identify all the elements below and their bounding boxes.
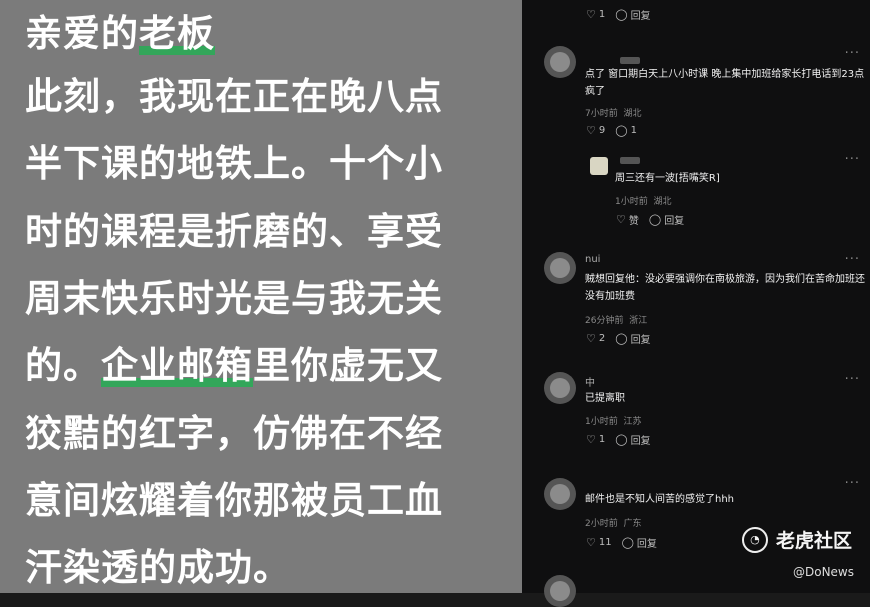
letter-line: 狡黠的红字，仿佛在不经 (25, 412, 443, 455)
tiger-logo-icon: ◔ (741, 526, 768, 553)
heart-icon: ♡ (586, 433, 596, 446)
like-button[interactable]: ♡ 2 (586, 332, 605, 345)
comment-meta: 26分钟前 浙江 (585, 316, 648, 326)
comment-actions: ♡ 赞 ◯ 回复 (616, 212, 684, 227)
letter-line: 汗染透的成功。 (25, 546, 291, 589)
letter-line: 亲爱的老板 (25, 12, 215, 55)
chat-icon: ◯ (615, 332, 628, 345)
more-menu-button[interactable]: ··· (845, 152, 860, 167)
chat-icon: ◯ (621, 536, 634, 549)
reply-button[interactable]: ◯ 1 (615, 124, 637, 137)
avatar[interactable] (544, 575, 576, 607)
like-button[interactable]: ♡ 1 (586, 433, 605, 446)
watermark-brand: 老虎社区 (775, 530, 852, 552)
like-button[interactable]: ♡ 9 (586, 124, 605, 137)
letter-line: 意间炫耀着你那被员工血 (25, 479, 443, 522)
letter-line: 周末快乐时光是与我无关 (25, 277, 443, 320)
comment-actions: ♡ 1 ◯ 回复 (586, 7, 651, 22)
reply-button[interactable]: ◯ 回复 (649, 212, 684, 227)
like-button[interactable]: ♡ 11 (586, 536, 612, 549)
heart-icon: ♡ (616, 213, 626, 226)
comments-panel: ♡ 1 ◯ 回复 ··· 点了 窗口期白天上八小时课 晚上集中加班给家长打电话到23… (522, 0, 870, 607)
letter-line: 时的课程是折磨的、享受 (25, 210, 443, 253)
comment-text: 已提离职 (585, 393, 625, 404)
username[interactable]: 中 (585, 374, 595, 389)
comment-meta: 2小时前 广东 (585, 519, 642, 529)
chat-icon: ◯ (615, 433, 628, 446)
more-menu-button[interactable]: ··· (845, 372, 860, 387)
comment-meta: 7小时前 湖北 (585, 109, 642, 119)
reply-button[interactable]: ◯ 回复 (615, 432, 650, 447)
highlight: 企业邮箱 (101, 344, 253, 387)
heart-icon: ♡ (586, 536, 596, 549)
more-menu-button[interactable]: ··· (845, 46, 860, 61)
watermark: ◔ 老虎社区 (741, 526, 852, 553)
comment-actions: ♡ 9 ◯ 1 (586, 124, 637, 137)
more-menu-button[interactable]: ··· (845, 476, 860, 491)
comment-text: 邮件也是不知人间苦的感觉了hhh (585, 494, 735, 505)
username[interactable] (620, 57, 640, 64)
comment-text: 周三还有一波[捂嘴笑R] (615, 173, 720, 184)
more-menu-button[interactable]: ··· (845, 252, 860, 267)
comment-actions: ♡ 11 ◯ 回复 (586, 535, 657, 550)
comment-actions: ♡ 2 ◯ 回复 (586, 331, 651, 346)
heart-icon: ♡ (586, 332, 596, 345)
reply-button[interactable]: ◯ 回复 (615, 7, 650, 22)
reply-button[interactable]: ◯ 回复 (615, 331, 650, 346)
chat-icon: ◯ (615, 124, 628, 137)
reply-button[interactable]: ◯ 回复 (622, 535, 657, 550)
username[interactable] (620, 157, 640, 164)
avatar[interactable] (544, 372, 576, 404)
avatar[interactable] (544, 46, 576, 78)
letter-panel: 亲爱的老板 此刻，我现在正在晚八点 半下课的地铁上。十个小 时的课程是折磨的、享… (0, 0, 522, 593)
comment-meta: 1小时前 湖北 (615, 197, 672, 207)
avatar[interactable] (544, 478, 576, 510)
comment-meta: 1小时前 江苏 (585, 417, 642, 427)
letter-line: 半下课的地铁上。十个小 (25, 142, 443, 185)
like-button[interactable]: ♡ 1 (586, 8, 605, 21)
watermark-credit: @DoNews (792, 565, 854, 579)
comment-actions: ♡ 1 ◯ 回复 (586, 432, 651, 447)
heart-icon: ♡ (586, 124, 596, 137)
avatar[interactable] (544, 252, 576, 284)
heart-icon: ♡ (586, 8, 596, 21)
avatar[interactable] (590, 157, 608, 175)
letter-line: 此刻，我现在正在晚八点 (25, 75, 443, 118)
chat-icon: ◯ (615, 8, 628, 21)
highlight: 老板 (139, 12, 215, 55)
chat-icon: ◯ (648, 213, 662, 226)
comment-text: 点了 窗口期白天上八小时课 晚上集中加班给家长打电话到23点 疯了 (585, 69, 865, 97)
like-button[interactable]: ♡ 赞 (616, 212, 639, 227)
letter-line: 的。企业邮箱里你虚无又 (25, 344, 443, 387)
comment-text: 贼想回复他：没必要强调你在南极旅游，因为我们在苦命加班还没有加班费 (585, 274, 865, 302)
username[interactable]: nui (585, 254, 600, 265)
